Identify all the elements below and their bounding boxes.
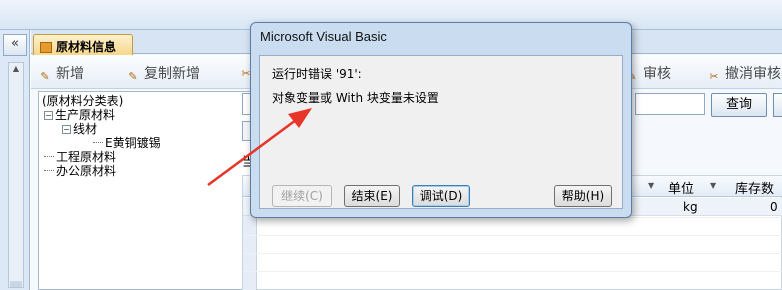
tree-root[interactable]: (原材料分类表) xyxy=(42,94,123,108)
scroll-thumb[interactable] xyxy=(10,281,22,287)
copy-new-label: 复制新增 xyxy=(144,66,200,82)
column-header-stock[interactable]: 库存数 xyxy=(735,178,774,197)
tree-connector xyxy=(93,142,103,143)
end-button[interactable]: 结束(E) xyxy=(344,185,400,207)
tree-item-brass[interactable]: E黄铜镀锡 xyxy=(93,136,161,150)
tab-label: 原材料信息 xyxy=(56,40,117,54)
sort-dropdown-icon[interactable]: ▼ xyxy=(648,181,654,190)
tab-material-info[interactable]: 原材料信息 xyxy=(33,34,133,55)
tree-item-office[interactable]: 办公原材料 xyxy=(44,164,116,178)
tree-item-wire[interactable]: − 线材 xyxy=(62,122,97,136)
collapse-node-icon[interactable]: − xyxy=(44,111,53,120)
copy-new-button[interactable]: ✎ 复制新增 xyxy=(126,63,200,84)
tree-item-label: 线材 xyxy=(73,122,98,136)
collapse-node-icon[interactable]: − xyxy=(62,125,71,134)
copy-doc-icon: ✎ xyxy=(128,70,138,83)
new-label: 新增 xyxy=(56,66,84,82)
error-code-text: 运行时错误 '91': xyxy=(272,67,362,81)
tree-item-production[interactable]: − 生产原材料 xyxy=(44,108,115,122)
tree-item-label: E黄铜镀锡 xyxy=(105,136,161,150)
search-input[interactable] xyxy=(635,93,705,115)
tree-item-label: 生产原材料 xyxy=(55,108,116,122)
cancel-approve-label: 撤消审核 xyxy=(725,66,781,82)
tree-item-label: 工程原材料 xyxy=(56,150,117,164)
column-header-unit[interactable]: 单位 xyxy=(668,178,694,197)
nav-scrollbar[interactable]: ▲ xyxy=(8,62,24,288)
collapse-button[interactable]: « xyxy=(3,34,27,56)
continue-button[interactable]: 继续(C) xyxy=(272,185,332,207)
dialog-body: 运行时错误 '91': 对象变量或 With 块变量未设置 继续(C) 结束(E… xyxy=(259,55,623,209)
folder-icon xyxy=(40,42,52,53)
cancel-approve-icon: ✂ xyxy=(709,70,719,83)
cell-stock: 0 xyxy=(770,200,778,214)
sort-dropdown-icon[interactable]: ▼ xyxy=(710,181,716,190)
dialog-title: Microsoft Visual Basic xyxy=(260,29,387,44)
scroll-up-icon[interactable]: ▲ xyxy=(9,63,23,75)
grid-empty-rows xyxy=(243,217,782,289)
tree-connector xyxy=(44,170,54,171)
help-button[interactable]: 帮助(H) xyxy=(554,185,612,207)
query-button[interactable]: 查询 xyxy=(711,93,767,117)
approve-label: 审核 xyxy=(643,66,671,82)
tree-item-engineering[interactable]: 工程原材料 xyxy=(44,150,116,164)
error-dialog: Microsoft Visual Basic 运行时错误 '91': 对象变量或… xyxy=(250,22,632,218)
new-doc-icon: ✎ xyxy=(40,70,50,83)
tree-item-label: 办公原材料 xyxy=(56,164,117,178)
category-tree: (原材料分类表) − 生产原材料 − 线材 E黄铜镀锡 工程原材料 办公原材料 xyxy=(38,91,261,290)
error-message-text: 对象变量或 With 块变量未设置 xyxy=(272,91,439,105)
new-button[interactable]: ✎ 新增 xyxy=(38,63,84,84)
cancel-approve-button[interactable]: ✂ 撤消审核 xyxy=(707,63,781,84)
extra-button[interactable] xyxy=(773,93,782,117)
left-nav-panel: « ▲ xyxy=(0,30,30,290)
cell-unit: kg xyxy=(683,200,698,214)
tree-connector xyxy=(44,156,54,157)
debug-button[interactable]: 调试(D) xyxy=(412,185,470,207)
